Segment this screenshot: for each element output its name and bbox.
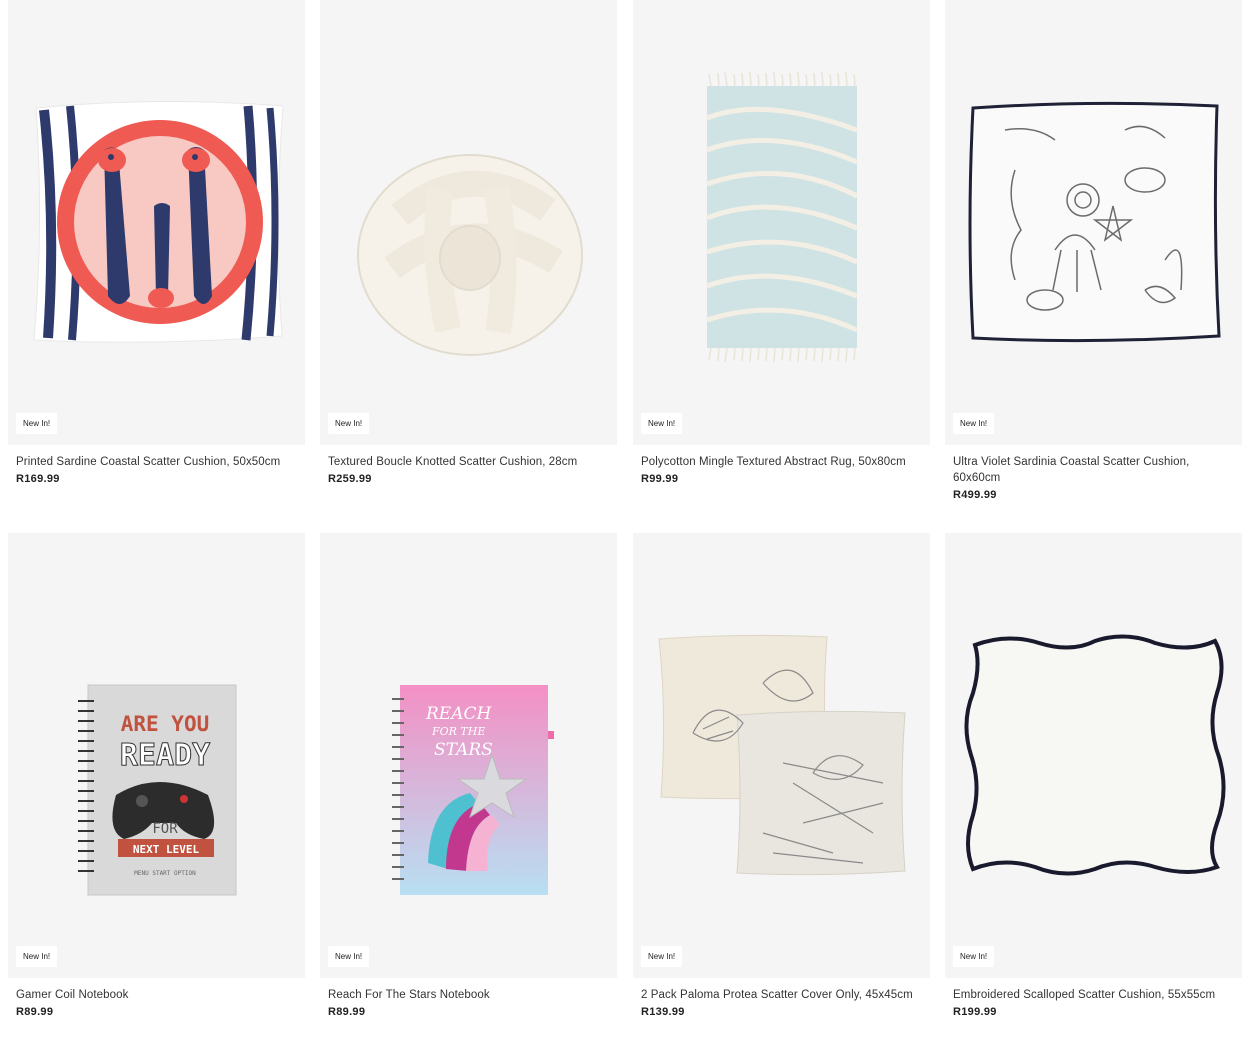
product-title[interactable]: Ultra Violet Sardinia Coastal Scatter Cu… bbox=[953, 454, 1234, 486]
scalloped-cushion-illustration bbox=[964, 634, 1226, 876]
product-title[interactable]: Polycotton Mingle Textured Abstract Rug,… bbox=[641, 454, 922, 470]
product-card[interactable]: REACH FOR THE STARS New In! Reach For Th… bbox=[320, 533, 617, 1018]
product-card[interactable]: New In! Embroidered Scalloped Scatter Cu… bbox=[945, 533, 1242, 1018]
product-card[interactable]: New In! Textured Boucle Knotted Scatter … bbox=[320, 0, 617, 485]
svg-text:ARE YOU: ARE YOU bbox=[121, 712, 210, 736]
product-title[interactable]: Textured Boucle Knotted Scatter Cushion,… bbox=[328, 454, 609, 470]
product-price: R169.99 bbox=[16, 473, 60, 485]
product-price: R499.99 bbox=[953, 489, 997, 501]
svg-text:READY: READY bbox=[120, 738, 210, 773]
product-card[interactable]: New In! Printed Sardine Coastal Scatter … bbox=[8, 0, 305, 485]
svg-text:FOR THE: FOR THE bbox=[431, 725, 485, 738]
svg-text:MENU START OPTION: MENU START OPTION bbox=[134, 870, 196, 877]
svg-text:STARS: STARS bbox=[434, 740, 493, 760]
new-in-badge: New In! bbox=[953, 946, 995, 967]
product-price: R199.99 bbox=[953, 1006, 997, 1018]
rug-illustration bbox=[706, 71, 859, 363]
svg-text:NEXT LEVEL: NEXT LEVEL bbox=[133, 843, 200, 856]
new-in-badge: New In! bbox=[641, 413, 683, 434]
product-image-knot-cushion[interactable]: New In! bbox=[320, 0, 617, 445]
product-price: R89.99 bbox=[16, 1006, 54, 1018]
new-in-badge: New In! bbox=[16, 413, 58, 434]
product-title[interactable]: Gamer Coil Notebook bbox=[16, 987, 297, 1003]
product-image-stars-notebook[interactable]: REACH FOR THE STARS New In! bbox=[320, 533, 617, 978]
product-image-sea-cushion[interactable]: New In! bbox=[945, 0, 1242, 445]
product-title[interactable]: Reach For The Stars Notebook bbox=[328, 987, 609, 1003]
product-card[interactable]: New In! Ultra Violet Sardinia Coastal Sc… bbox=[945, 0, 1242, 501]
product-price: R89.99 bbox=[328, 1006, 366, 1018]
sardine-cushion-illustration bbox=[33, 100, 284, 343]
product-price: R139.99 bbox=[641, 1006, 685, 1018]
svg-text:FOR: FOR bbox=[152, 821, 178, 837]
product-image-gamer-notebook[interactable]: ARE YOU READY FOR NEXT LEVEL MENU START … bbox=[8, 533, 305, 978]
new-in-badge: New In! bbox=[641, 946, 683, 967]
svg-text:REACH: REACH bbox=[425, 704, 492, 724]
gamer-notebook-illustration: ARE YOU READY FOR NEXT LEVEL MENU START … bbox=[78, 684, 237, 896]
new-in-badge: New In! bbox=[328, 413, 370, 434]
product-card[interactable]: ARE YOU READY FOR NEXT LEVEL MENU START … bbox=[8, 533, 305, 1018]
product-card[interactable]: New In! 2 Pack Paloma Protea Scatter Cov… bbox=[633, 533, 930, 1018]
product-title[interactable]: Printed Sardine Coastal Scatter Cushion,… bbox=[16, 454, 297, 470]
product-image-protea-covers[interactable]: New In! bbox=[633, 533, 930, 978]
knot-cushion-illustration bbox=[357, 154, 583, 356]
new-in-badge: New In! bbox=[328, 946, 370, 967]
product-title[interactable]: 2 Pack Paloma Protea Scatter Cover Only,… bbox=[641, 987, 922, 1003]
product-card[interactable]: New In! Polycotton Mingle Textured Abstr… bbox=[633, 0, 930, 485]
product-price: R259.99 bbox=[328, 473, 372, 485]
stars-notebook-illustration: REACH FOR THE STARS bbox=[392, 685, 554, 895]
product-image-scalloped-cushion[interactable]: New In! bbox=[945, 533, 1242, 978]
product-image-sardine-cushion[interactable]: New In! bbox=[8, 0, 305, 445]
protea-covers-illustration bbox=[658, 634, 906, 876]
product-title[interactable]: Embroidered Scalloped Scatter Cushion, 5… bbox=[953, 987, 1234, 1003]
sea-life-cushion-illustration bbox=[968, 101, 1221, 343]
product-price: R99.99 bbox=[641, 473, 679, 485]
product-image-rug[interactable]: New In! bbox=[633, 0, 930, 445]
new-in-badge: New In! bbox=[953, 413, 995, 434]
new-in-badge: New In! bbox=[16, 946, 58, 967]
